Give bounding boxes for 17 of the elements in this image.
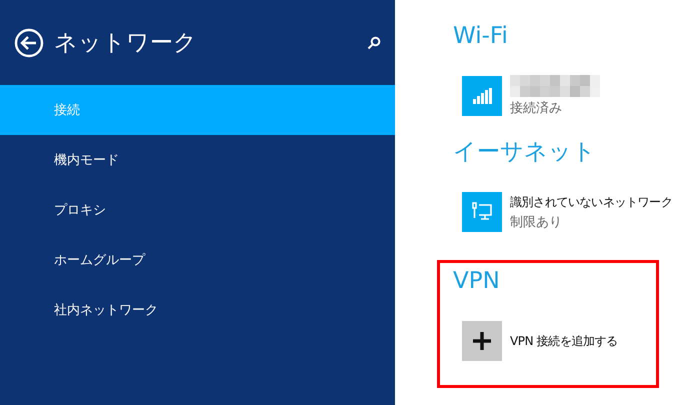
search-icon[interactable]	[367, 36, 381, 50]
section-heading: Wi-Fi	[453, 22, 509, 50]
nav-item[interactable]: 社内ネットワーク	[0, 285, 395, 335]
back-icon[interactable]	[14, 28, 44, 58]
page-title: ネットワーク	[54, 29, 198, 58]
section-heading: イーサネット	[453, 138, 597, 167]
monitor-tile-icon	[462, 192, 502, 232]
signal-tile-icon	[462, 76, 502, 116]
nav-item[interactable]: ホームグループ	[0, 235, 395, 285]
plus-tile-icon[interactable]	[462, 321, 502, 361]
network-name[interactable]: 識別されていないネットワーク	[510, 194, 672, 210]
nav-item[interactable]: 機内モード	[0, 135, 395, 185]
network-status: 接続済み	[510, 100, 563, 117]
network-name[interactable]: VPN 接続を追加する	[510, 332, 618, 350]
section-heading: VPN	[453, 266, 501, 296]
nav-item[interactable]: プロキシ	[0, 185, 395, 235]
network-status: 制限あり	[510, 214, 563, 230]
